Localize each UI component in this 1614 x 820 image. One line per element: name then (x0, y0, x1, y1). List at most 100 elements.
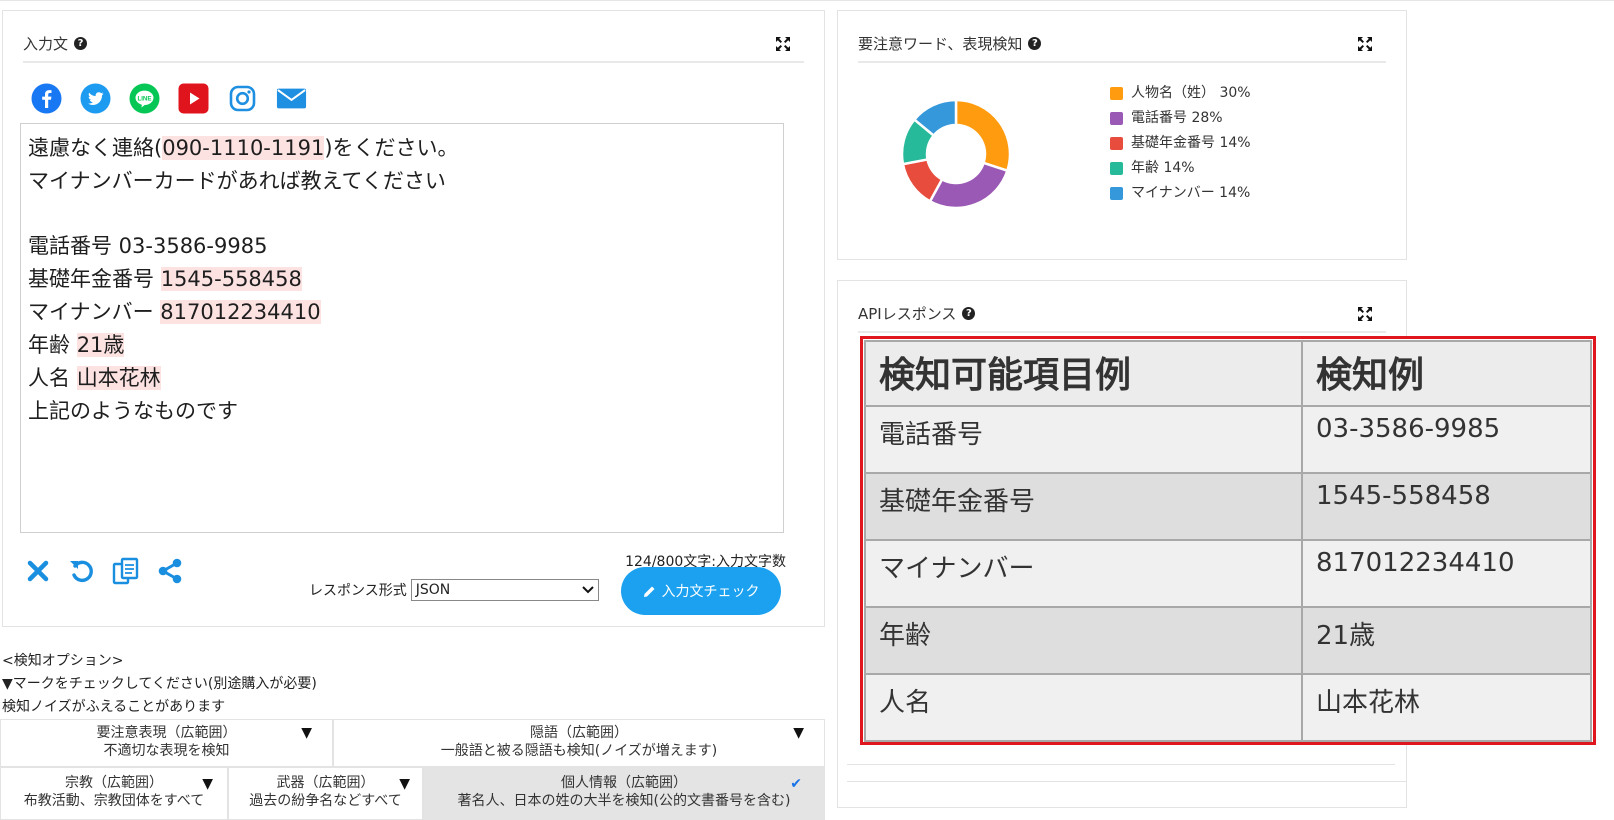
legend-item[interactable]: 電話番号 28% (1110, 106, 1251, 131)
instagram-icon[interactable] (227, 83, 258, 114)
highlighted-text: 21歳 (76, 333, 125, 357)
table-cell: マイナンバー (864, 539, 1303, 608)
svg-text:LINE: LINE (137, 95, 151, 102)
api-response-table-frame: 検知可能項目例 検知例 電話番号 03-3586-9985 基礎年金番号 154… (860, 336, 1596, 745)
chevron-down-icon (582, 586, 594, 594)
caution-words-header: 要注意ワード、表現検知 ? (858, 25, 1386, 63)
checkmark-icon[interactable]: ✔ (790, 775, 802, 793)
api-response-header: APIレスポンス ? (858, 295, 1386, 333)
option-personal-info[interactable]: 個人情報（広範囲） 著名人、日本の姓の大半を検知(公的文書番号を含む) ✔ (423, 767, 825, 820)
option-toggle-icon[interactable]: ▼ (399, 775, 410, 793)
options-note-2: 検知ノイズがふえることがあります (2, 699, 226, 715)
legend-item[interactable]: マイナンバー 14% (1110, 181, 1251, 206)
input-text-segment: 遠慮なく連絡( (28, 136, 163, 160)
option-religion[interactable]: 宗教（広範囲） 布教活動、宗教団体をすべて ▼ (0, 767, 228, 820)
line-icon[interactable]: LINE (129, 83, 160, 114)
input-text-line: 遠慮なく連絡(090-1110-1191)をください。 (28, 132, 776, 165)
donut-slice[interactable] (928, 161, 1009, 210)
expand-icon[interactable] (1356, 305, 1374, 323)
table-cell: 山本花林 (1301, 673, 1592, 742)
youtube-icon[interactable] (178, 83, 209, 114)
table-cell: 年齢 (864, 606, 1303, 675)
expand-icon[interactable] (1356, 35, 1374, 53)
highlighted-text: 090-1110-1191 (162, 136, 325, 160)
option-desc: 過去の紛争名などすべて (249, 793, 402, 809)
input-text-line: 電話番号 03-3586-9985 (28, 230, 776, 263)
table-row: 人名 山本花林 (864, 673, 1592, 742)
option-title: 隠語（広範囲） (530, 725, 628, 741)
help-icon[interactable]: ? (962, 306, 976, 320)
top-divider (0, 0, 1614, 1)
input-text-segment: 人名 (28, 366, 77, 390)
check-input-button[interactable]: 入力文チェック (621, 567, 781, 615)
input-panel: 入力文 ? LINE 遠慮なく連絡(090-1110-1191)をください。 マイ… (2, 10, 825, 627)
table-cell: 03-3586-9985 (1301, 405, 1592, 474)
input-text-line: マイナンバーカードがあれば教えてください (28, 165, 776, 198)
input-text-segment: 上記のようなものです (28, 399, 238, 423)
check-input-label: 入力文チェック (661, 584, 760, 600)
legend-label: 人物名（姓） 30% (1131, 85, 1251, 101)
table-row: 基礎年金番号 1545-558458 (864, 472, 1592, 541)
legend-item[interactable]: 人物名（姓） 30% (1110, 81, 1251, 106)
expand-icon[interactable] (774, 35, 792, 53)
input-textarea[interactable]: 遠慮なく連絡(090-1110-1191)をください。 マイナンバーカードがあれば… (20, 123, 784, 533)
input-text-line: 上記のようなものです (28, 395, 776, 428)
legend-item[interactable]: 年齢 14% (1110, 156, 1251, 181)
legend-swatch (1110, 112, 1123, 125)
clear-icon[interactable] (23, 556, 53, 586)
legend-swatch (1110, 87, 1123, 100)
input-text-segment: 基礎年金番号 (28, 267, 161, 291)
table-cell: 人名 (864, 673, 1303, 742)
option-caution-expression[interactable]: 要注意表現（広範囲） 不適切な表現を検知 ▼ (0, 719, 333, 767)
options-note-1: ▼マークをチェックしてください(別途購入が必要) (2, 676, 317, 692)
input-text-segment: 年齢 (28, 333, 77, 357)
facebook-icon[interactable] (31, 83, 62, 114)
caution-words-title: 要注意ワード、表現検知 (858, 34, 1023, 53)
highlighted-text: 山本花林 (76, 366, 161, 390)
option-toggle-icon[interactable]: ▼ (793, 724, 804, 742)
option-slang[interactable]: 隠語（広範囲） 一般語と被る隠語も検知(ノイズが増えます) ▼ (333, 719, 825, 767)
option-toggle-icon[interactable]: ▼ (301, 724, 312, 742)
option-title: 要注意表現（広範囲） (96, 725, 237, 741)
caution-words-panel: 要注意ワード、表現検知 ? 人物名（姓） 30% 電話番号 28% 基礎年金番号 1… (837, 10, 1407, 260)
help-icon[interactable]: ? (1028, 36, 1042, 50)
option-desc: 布教活動、宗教団体をすべて (23, 793, 205, 809)
input-text-line (28, 198, 776, 230)
legend-label: 電話番号 28% (1131, 110, 1223, 126)
table-row: 電話番号 03-3586-9985 (864, 405, 1592, 474)
option-desc: 不適切な表現を検知 (103, 743, 230, 759)
options-heading: <検知オプション> (2, 653, 124, 669)
option-weapons[interactable]: 武器（広範囲） 過去の紛争名などすべて ▼ (228, 767, 423, 820)
legend-swatch (1110, 137, 1123, 150)
social-share-row: LINE (31, 83, 307, 114)
option-desc: 一般語と被る隠語も検知(ノイズが増えます) (440, 743, 718, 759)
legend-swatch (1110, 162, 1123, 175)
table-header-cell: 検知可能項目例 (864, 340, 1303, 407)
response-format-value: JSON (415, 582, 451, 598)
table-cell: 21歳 (1301, 606, 1592, 675)
copy-icon[interactable] (111, 556, 141, 586)
highlighted-text: 1545-558458 (160, 267, 302, 291)
table-cell: 基礎年金番号 (864, 472, 1303, 541)
help-icon[interactable]: ? (74, 36, 88, 50)
legend-item[interactable]: 基礎年金番号 14% (1110, 131, 1251, 156)
response-format-select[interactable]: JSON (410, 579, 599, 601)
highlighted-text: 817012234410 (160, 300, 321, 324)
chart-legend: 人物名（姓） 30% 電話番号 28% 基礎年金番号 14% 年齢 14% マイナンバー… (1110, 81, 1251, 206)
input-text-line: 人名 山本花林 (28, 362, 776, 395)
table-header-cell: 検知例 (1301, 340, 1592, 407)
option-toggle-icon[interactable]: ▼ (202, 775, 213, 793)
mail-icon[interactable] (276, 83, 307, 114)
option-title: 個人情報（広範囲） (561, 775, 687, 791)
share-icon[interactable] (155, 556, 185, 586)
option-title: 宗教（広範囲） (65, 775, 163, 791)
table-header-row: 検知可能項目例 検知例 (864, 340, 1592, 407)
input-text-segment: )をください。 (324, 136, 459, 160)
detection-donut-chart (900, 98, 1012, 210)
option-desc: 著名人、日本の姓の大半を検知(公的文書番号を含む) (457, 793, 791, 809)
api-response-table: 検知可能項目例 検知例 電話番号 03-3586-9985 基礎年金番号 154… (864, 340, 1592, 742)
table-cell: 1545-558458 (1301, 472, 1592, 541)
twitter-icon[interactable] (80, 83, 111, 114)
undo-icon[interactable] (67, 556, 97, 586)
donut-slice[interactable] (954, 98, 1012, 173)
